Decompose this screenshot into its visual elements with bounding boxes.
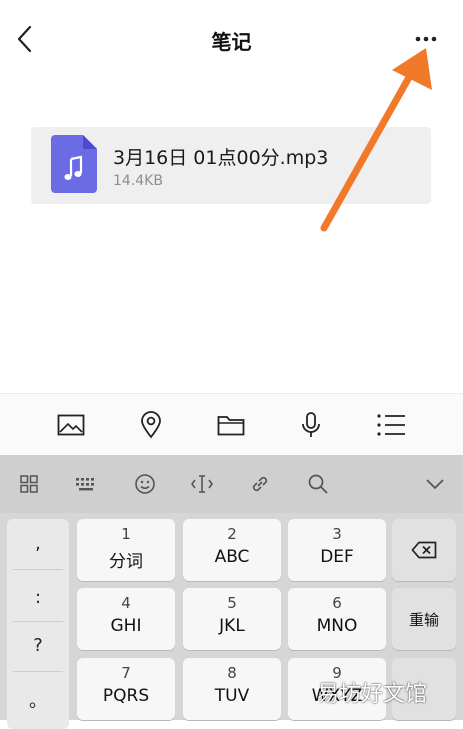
key-1[interactable]: 1 分词: [77, 519, 175, 581]
page-title: 笔记: [211, 30, 252, 54]
header-bar: 笔记: [0, 0, 463, 80]
editor-toolbar: [0, 393, 463, 456]
key-label: GHI: [110, 616, 142, 636]
audio-file-icon: [51, 135, 97, 193]
link-icon: [252, 476, 268, 492]
audio-attachment-card[interactable]: 3月16日 01点00分.mp3 14.4KB: [31, 127, 431, 204]
backspace-button[interactable]: [392, 519, 456, 581]
key-number: 2: [227, 525, 237, 543]
emoji-button[interactable]: [133, 472, 157, 496]
key-4[interactable]: 4 GHI: [77, 588, 175, 650]
key-label: PQRS: [102, 686, 150, 706]
microphone-icon: [302, 412, 320, 437]
record-audio-button[interactable]: [293, 407, 329, 443]
insert-file-button[interactable]: [213, 407, 249, 443]
more-icon: [415, 36, 437, 42]
keyboard-function-bar: [0, 455, 463, 513]
key-8[interactable]: 8 TUV: [183, 658, 281, 720]
grid-icon: [20, 475, 38, 493]
cursor-icon: [191, 475, 213, 493]
link-button[interactable]: [248, 472, 272, 496]
key-label: MNO: [316, 616, 358, 636]
key-number: 1: [121, 525, 131, 543]
punct-key[interactable]: :: [7, 587, 69, 608]
key-5[interactable]: 5 JKL: [183, 588, 281, 650]
watermark: 易坊好文馆: [317, 682, 428, 707]
insert-location-button[interactable]: [133, 407, 169, 443]
search-icon: [308, 474, 328, 494]
key-label: JKL: [219, 616, 245, 636]
punct-key[interactable]: 。: [7, 687, 69, 713]
punctuation-column[interactable]: , : ? 。: [7, 519, 69, 729]
file-name: 3月16日 01点00分.mp3: [113, 147, 329, 169]
key-number: 7: [121, 664, 131, 682]
chevron-down-icon: [426, 479, 444, 490]
location-icon: [141, 411, 161, 439]
key-label: ABC: [214, 547, 250, 567]
key-number: 3: [332, 525, 342, 543]
insert-list-button[interactable]: [373, 407, 409, 443]
list-icon: [377, 414, 405, 436]
folder-icon: [217, 416, 245, 436]
key-label: 分词: [109, 552, 143, 572]
hide-keyboard-button[interactable]: [423, 472, 447, 496]
key-label: TUV: [214, 686, 250, 706]
key-number: 6: [332, 594, 342, 612]
key-label: DEF: [320, 547, 354, 567]
key-number: 4: [121, 594, 131, 612]
keyboard-icon: [76, 478, 94, 491]
reinput-button[interactable]: 重输: [392, 588, 456, 650]
key-3[interactable]: 3 DEF: [288, 519, 386, 581]
backspace-icon: [411, 541, 437, 559]
image-icon: [57, 414, 85, 436]
keyboard-search-button[interactable]: [306, 472, 330, 496]
more-button[interactable]: [408, 30, 448, 50]
emoji-icon: [135, 474, 155, 494]
keyboard-switch-button[interactable]: [74, 472, 98, 496]
punct-key[interactable]: ?: [7, 635, 69, 656]
punct-key[interactable]: ,: [7, 533, 69, 554]
keyboard-menu-button[interactable]: [17, 472, 41, 496]
key-6[interactable]: 6 MNO: [288, 588, 386, 650]
key-7[interactable]: 7 PQRS: [77, 658, 175, 720]
insert-image-button[interactable]: [53, 407, 89, 443]
file-size: 14.4KB: [113, 173, 163, 189]
key-number: 8: [227, 664, 237, 682]
key-number: 5: [227, 594, 237, 612]
cursor-move-button[interactable]: [190, 472, 214, 496]
key-2[interactable]: 2 ABC: [183, 519, 281, 581]
